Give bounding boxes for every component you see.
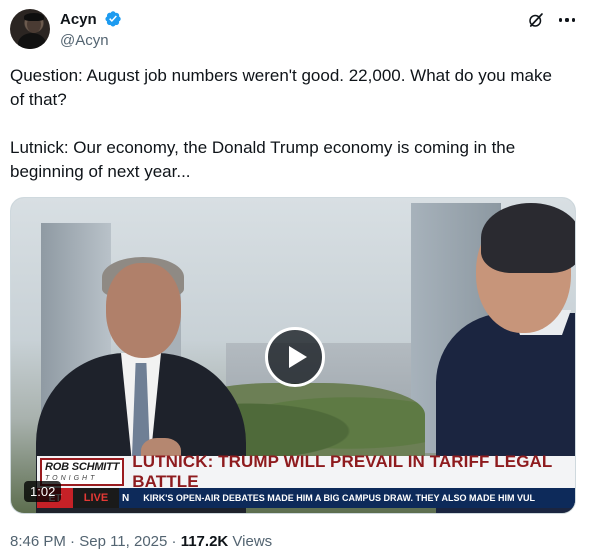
grok-icon[interactable] xyxy=(527,11,545,29)
live-badge: LIVE xyxy=(73,488,119,508)
tweet-header: Acyn @Acyn xyxy=(10,9,581,53)
views-count[interactable]: 117.2K xyxy=(181,533,229,550)
ticker-lead: N xyxy=(122,492,130,504)
tweet-meta: 8:46 PM · Sep 11, 2025 · 117.2K Views xyxy=(10,532,272,552)
chyron-headline: LUTNICK: TRUMP WILL PREVAIL IN TARIFF LE… xyxy=(132,452,553,491)
news-ticker: ET LIVE N KIRK'S OPEN-AIR DEBATES MADE H… xyxy=(37,488,575,508)
display-name[interactable]: Acyn xyxy=(60,10,97,29)
play-icon xyxy=(288,346,307,368)
views-label: Views xyxy=(232,533,273,550)
ticker-text: KIRK'S OPEN-AIR DEBATES MADE HIM A BIG C… xyxy=(143,493,536,503)
video-player[interactable]: ROB SCHMITT TONIGHT LUTNICK: TRUMP WILL … xyxy=(10,197,576,514)
header-actions xyxy=(527,11,577,29)
show-name: ROB SCHMITT xyxy=(45,461,120,473)
avatar[interactable] xyxy=(10,9,50,49)
author-handle[interactable]: @Acyn xyxy=(60,31,122,50)
play-button[interactable] xyxy=(265,327,325,387)
video-duration: 1:02 xyxy=(24,481,62,502)
tweet-text: Question: August job numbers weren't goo… xyxy=(10,66,552,181)
author-names: Acyn @Acyn xyxy=(60,10,122,50)
post-date[interactable]: Sep 11, 2025 xyxy=(79,533,167,550)
post-time[interactable]: 8:46 PM xyxy=(10,533,66,550)
more-icon[interactable] xyxy=(557,11,577,29)
verified-badge-icon xyxy=(105,10,121,27)
news-chyron: ROB SCHMITT TONIGHT LUTNICK: TRUMP WILL … xyxy=(37,452,575,491)
meta-separator: · xyxy=(70,533,76,550)
meta-separator: · xyxy=(171,533,177,550)
